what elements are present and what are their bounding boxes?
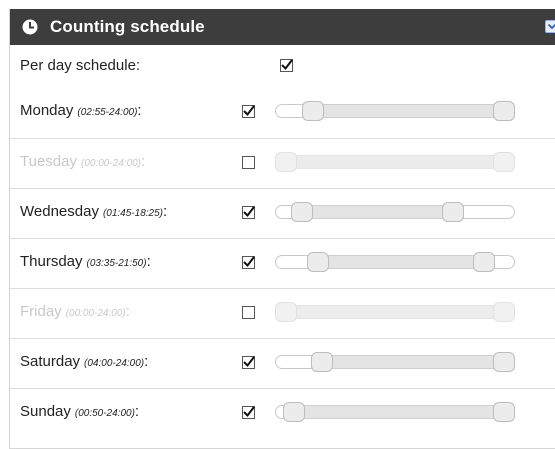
checkmark-icon (243, 105, 255, 117)
day-label-saturday: Saturday (04:00-24:00): (20, 353, 148, 370)
day-time-range: (01:45-18:25) (102, 208, 163, 219)
checkmark-icon (243, 206, 255, 218)
slider-range-fill (318, 255, 484, 269)
slider-range-fill (286, 305, 504, 319)
label-colon: : (134, 403, 140, 420)
collapse-button[interactable] (545, 20, 555, 33)
day-time-range: (04:00-24:00) (84, 358, 145, 369)
slider-end-handle[interactable] (493, 402, 515, 422)
time-range-slider-thursday[interactable] (275, 252, 515, 273)
day-time-range: (00:00-24:00) (80, 158, 142, 169)
slider-range-fill (294, 405, 504, 419)
slider-range-fill (322, 355, 504, 369)
day-name: Wednesday (20, 203, 99, 220)
day-row-friday: Friday (00:00-24:00): (10, 288, 555, 338)
slider-end-handle[interactable] (493, 152, 515, 172)
slider-end-handle[interactable] (493, 352, 515, 372)
slider-end-handle[interactable] (442, 202, 464, 222)
day-row-monday: Monday (02:55-24:00): (10, 88, 555, 138)
time-range-slider-sunday[interactable] (275, 402, 515, 423)
slider-range-fill (313, 104, 504, 118)
day-name: Tuesday (20, 153, 77, 170)
slider-start-handle[interactable] (275, 302, 297, 322)
checkmark-icon (243, 256, 255, 268)
day-name: Saturday (20, 353, 81, 370)
day-enabled-checkbox-friday[interactable] (242, 306, 255, 319)
clock-icon (22, 19, 38, 35)
panel-title: Counting schedule (50, 17, 205, 36)
day-row-sunday: Sunday (00:50-24:00): (10, 388, 555, 438)
slider-start-handle[interactable] (275, 152, 297, 172)
checkmark-icon (281, 59, 293, 71)
time-range-slider-friday[interactable] (275, 302, 515, 323)
slider-end-handle[interactable] (493, 101, 515, 121)
day-time-range: (00:00-24:00) (65, 308, 126, 319)
slider-end-handle[interactable] (493, 302, 515, 322)
day-time-range: (02:55-24:00) (77, 107, 138, 118)
slider-start-handle[interactable] (311, 352, 333, 372)
day-time-range: (03:35-21:50) (86, 258, 147, 269)
slider-start-handle[interactable] (291, 202, 313, 222)
day-label-thursday: Thursday (03:35-21:50): (20, 253, 151, 270)
day-name: Thursday (20, 253, 83, 270)
slider-range-fill (302, 205, 453, 219)
day-enabled-checkbox-tuesday[interactable] (242, 156, 255, 169)
counting-schedule-panel: Counting schedule Per day schedule: Mond… (9, 9, 555, 449)
day-row-thursday: Thursday (03:35-21:50): (10, 238, 555, 288)
label-colon: : (144, 353, 149, 370)
time-range-slider-wednesday[interactable] (275, 202, 515, 223)
day-name: Friday (20, 303, 62, 320)
time-range-slider-saturday[interactable] (275, 352, 515, 373)
time-range-slider-monday[interactable] (275, 101, 515, 122)
day-name: Monday (20, 102, 74, 119)
day-enabled-checkbox-thursday[interactable] (242, 256, 255, 269)
day-row-wednesday: Wednesday (01:45-18:25): (10, 188, 555, 238)
slider-start-handle[interactable] (307, 252, 329, 272)
per-day-schedule-row: Per day schedule: (10, 45, 555, 88)
label-colon: : (141, 153, 146, 170)
day-label-tuesday: Tuesday (00:00-24:00): (20, 153, 145, 170)
time-range-slider-tuesday[interactable] (275, 152, 515, 173)
checkmark-icon (243, 356, 255, 368)
slider-range-fill (286, 155, 504, 169)
slider-start-handle[interactable] (302, 101, 324, 121)
day-label-wednesday: Wednesday (01:45-18:25): (20, 203, 167, 220)
day-name: Sunday (20, 403, 71, 420)
chevron-down-icon (547, 23, 555, 30)
label-colon: : (125, 303, 130, 320)
day-row-tuesday: Tuesday (00:00-24:00): (10, 138, 555, 188)
per-day-schedule-label: Per day schedule: (20, 57, 141, 74)
checkmark-icon (243, 406, 255, 418)
day-enabled-checkbox-wednesday[interactable] (242, 206, 255, 219)
label-colon: : (146, 253, 151, 270)
panel-header: Counting schedule (10, 9, 555, 45)
day-enabled-checkbox-sunday[interactable] (242, 406, 255, 419)
per-day-schedule-checkbox[interactable] (280, 59, 293, 72)
day-enabled-checkbox-saturday[interactable] (242, 356, 255, 369)
slider-start-handle[interactable] (283, 402, 305, 422)
slider-end-handle[interactable] (473, 252, 495, 272)
day-label-monday: Monday (02:55-24:00): (20, 102, 142, 119)
day-enabled-checkbox-monday[interactable] (242, 105, 255, 118)
day-row-saturday: Saturday (04:00-24:00): (10, 338, 555, 388)
label-colon: : (137, 102, 142, 119)
day-label-friday: Friday (00:00-24:00): (20, 303, 130, 320)
day-time-range: (00:50-24:00) (74, 408, 135, 419)
day-label-sunday: Sunday (00:50-24:00): (20, 403, 139, 420)
label-colon: : (163, 203, 168, 220)
